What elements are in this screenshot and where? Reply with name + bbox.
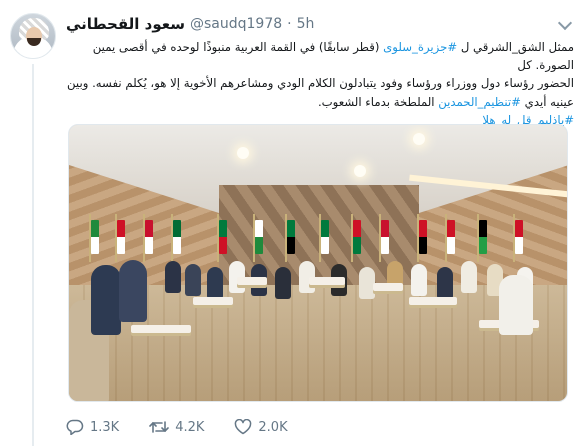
photo-table (409, 297, 457, 305)
photo-flag (447, 220, 455, 254)
photo-person (207, 267, 223, 299)
photo-table (373, 283, 403, 291)
photo-table (309, 277, 345, 285)
reply-button[interactable]: 1.3K (66, 419, 119, 435)
screen-name[interactable]: @saudq1978 (190, 16, 282, 32)
photo-chandelier (413, 133, 425, 145)
photo-person (275, 267, 291, 299)
photo-person (437, 267, 453, 299)
photo-chandelier (237, 147, 249, 159)
photo-flag (145, 220, 153, 254)
photo-flag (91, 220, 99, 254)
photo-person (185, 264, 201, 296)
avatar-robe (17, 47, 51, 58)
hashtag-link[interactable]: #تنظيم_الحمدين (438, 95, 521, 109)
retweet-button[interactable]: 4.2K (149, 419, 204, 435)
tweet-header: سعود القحطاني @saudq1978 · 5h (66, 14, 314, 34)
chevron-down-icon[interactable] (557, 15, 573, 31)
photo-table (131, 325, 191, 333)
photo-flag (381, 220, 389, 254)
photo-person (499, 275, 533, 335)
photo-person (165, 261, 181, 293)
text-segment: عينيه أيدي (520, 94, 574, 109)
photo-table (193, 297, 233, 305)
photo-flag (419, 220, 427, 254)
like-count: 2.0K (258, 419, 288, 435)
reply-icon (66, 419, 84, 435)
text-segment: الملطخة بدماء الشعوب. (317, 94, 439, 109)
tweet-text-line-1: ممثل الشق_الشرقي ل #جزيرة_سلوى (قطر سابق… (64, 38, 574, 74)
tweet-text-line-3: عينيه أيدي #تنظيم_الحمدين الملطخة بدماء … (64, 93, 574, 111)
timestamp[interactable]: 5h (297, 16, 315, 32)
photo-person (411, 264, 427, 296)
like-button[interactable]: 2.0K (234, 419, 288, 435)
avatar-beard (27, 38, 41, 46)
heart-icon (235, 419, 252, 435)
reply-count: 1.3K (90, 419, 120, 435)
photo-flag (479, 220, 487, 254)
tweet[interactable]: سعود القحطاني @saudq1978 · 5h ممثل الشق_… (0, 0, 585, 446)
text-segment: ممثل الشق_الشرقي ل (457, 40, 574, 54)
photo-flag (255, 220, 263, 254)
tweet-text: ممثل الشق_الشرقي ل #جزيرة_سلوى (قطر سابق… (64, 38, 574, 129)
retweet-icon (149, 421, 170, 433)
photo-flag (321, 220, 329, 254)
photo-person (461, 261, 477, 293)
photo-flag (353, 220, 361, 254)
photo-table (237, 277, 267, 285)
photo-flag (287, 220, 295, 254)
hashtag-link[interactable]: #جزيرة_سلوى (383, 40, 457, 54)
tweet-actions: 1.3K 4.2K 2.0K (66, 418, 318, 436)
text-segment: الحضور رؤساء دول ووزراء ورؤساء وفود يتبا… (67, 76, 574, 91)
photo-flag (117, 220, 125, 254)
photo-flag (219, 220, 227, 254)
separator-dot: · (287, 16, 292, 32)
photo-chandelier (354, 165, 366, 177)
photo-flag (173, 220, 181, 254)
retweet-count: 4.2K (175, 419, 205, 435)
display-name[interactable]: سعود القحطاني (66, 15, 185, 33)
photo-person (119, 260, 147, 322)
tweet-photo[interactable] (68, 124, 568, 402)
tweet-text-line-2: الحضور رؤساء دول ووزراء ورؤساء وفود يتبا… (64, 74, 574, 92)
photo-person (91, 265, 121, 335)
photo-flag (515, 220, 523, 254)
thread-line (32, 64, 34, 446)
avatar[interactable] (10, 13, 56, 59)
